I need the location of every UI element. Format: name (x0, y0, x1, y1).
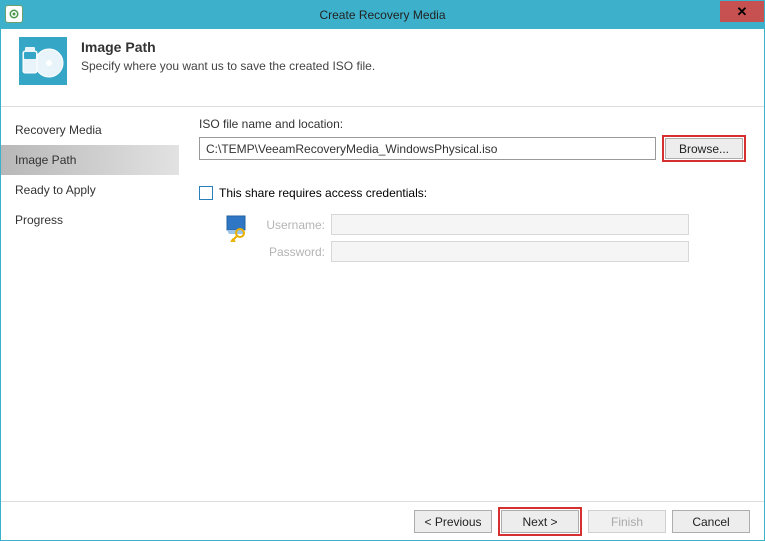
step-ready-to-apply[interactable]: Ready to Apply (1, 175, 179, 205)
cancel-button[interactable]: Cancel (672, 510, 750, 533)
title-bar: Create Recovery Media ✕ (1, 1, 764, 29)
iso-path-label: ISO file name and location: (199, 117, 746, 131)
finish-button: Finish (588, 510, 666, 533)
content-panel: ISO file name and location: Browse... Th… (179, 107, 764, 501)
step-recovery-media[interactable]: Recovery Media (1, 115, 179, 145)
password-label: Password: (261, 245, 325, 259)
previous-button[interactable]: < Previous (414, 510, 492, 533)
credentials-checkbox[interactable] (199, 186, 213, 200)
credentials-icon (225, 214, 253, 242)
password-input (331, 241, 689, 262)
header-subtitle: Specify where you want us to save the cr… (81, 59, 375, 73)
step-progress[interactable]: Progress (1, 205, 179, 235)
wizard-icon (19, 37, 67, 85)
app-icon (5, 5, 23, 23)
wizard-steps: Recovery Media Image Path Ready to Apply… (1, 107, 179, 501)
highlight-browse: Browse... (662, 135, 746, 162)
dialog-window: Create Recovery Media ✕ Image Path Speci… (0, 0, 765, 541)
username-label: Username: (261, 218, 325, 232)
iso-path-input[interactable] (199, 137, 656, 160)
wizard-footer: < Previous Next > Finish Cancel (1, 501, 764, 541)
highlight-next: Next > (498, 507, 582, 536)
next-button[interactable]: Next > (501, 510, 579, 533)
step-image-path[interactable]: Image Path (1, 145, 179, 175)
username-input (331, 214, 689, 235)
close-button[interactable]: ✕ (720, 1, 764, 22)
wizard-header: Image Path Specify where you want us to … (1, 29, 764, 107)
credentials-checkbox-label: This share requires access credentials: (219, 186, 427, 200)
browse-button[interactable]: Browse... (665, 138, 743, 159)
header-title: Image Path (81, 39, 375, 55)
window-title: Create Recovery Media (319, 8, 445, 22)
